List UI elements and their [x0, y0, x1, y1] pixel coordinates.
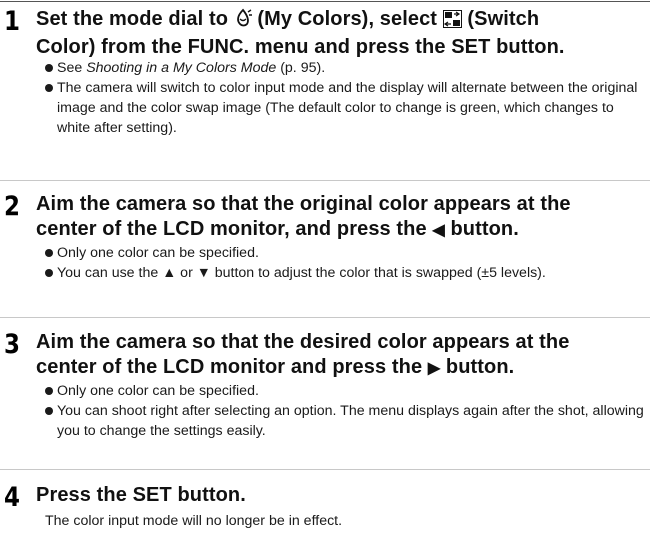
step-title: Aim the camera so that the desired color… — [36, 331, 570, 378]
switch-color-icon — [442, 10, 462, 35]
step-4-body: The color input mode will no longer be i… — [45, 513, 343, 529]
step-number: 2 — [4, 191, 20, 222]
step-divider — [0, 317, 650, 318]
list-item: Only one color can be specified. — [45, 381, 645, 401]
list-item: You can use the ▲ or ▼ button to adjust … — [45, 263, 645, 283]
list-item: The camera will switch to color input mo… — [45, 78, 645, 138]
right-arrow-icon: ▶ — [427, 359, 441, 377]
step-number: 3 — [4, 329, 20, 360]
down-arrow-icon: ▼ — [196, 265, 211, 281]
step-number: 4 — [4, 482, 20, 513]
step-title: Press the SET button. — [36, 484, 246, 506]
top-rule — [0, 1, 650, 2]
step-number: 1 — [4, 6, 20, 37]
cross-reference: Shooting in a My Colors Mode — [86, 60, 277, 76]
step-2-bullets: Only one color can be specified. You can… — [45, 243, 645, 283]
left-arrow-icon: ◀ — [432, 221, 445, 239]
step-divider — [0, 469, 650, 470]
step-title: Set the mode dial to (My Colors), select… — [36, 8, 565, 58]
my-colors-icon — [234, 8, 252, 35]
step-divider — [0, 180, 650, 181]
list-item: See Shooting in a My Colors Mode (p. 95)… — [45, 58, 645, 78]
manual-page: 1 Set the mode dial to (My Colors), sele… — [0, 0, 650, 557]
step-title: Aim the camera so that the original colo… — [36, 193, 571, 240]
list-item: You can shoot right after selecting an o… — [45, 401, 645, 441]
step-3-bullets: Only one color can be specified. You can… — [45, 381, 645, 441]
up-arrow-icon: ▲ — [162, 265, 177, 281]
step-1-bullets: See Shooting in a My Colors Mode (p. 95)… — [45, 58, 645, 138]
list-item: Only one color can be specified. — [45, 243, 645, 263]
